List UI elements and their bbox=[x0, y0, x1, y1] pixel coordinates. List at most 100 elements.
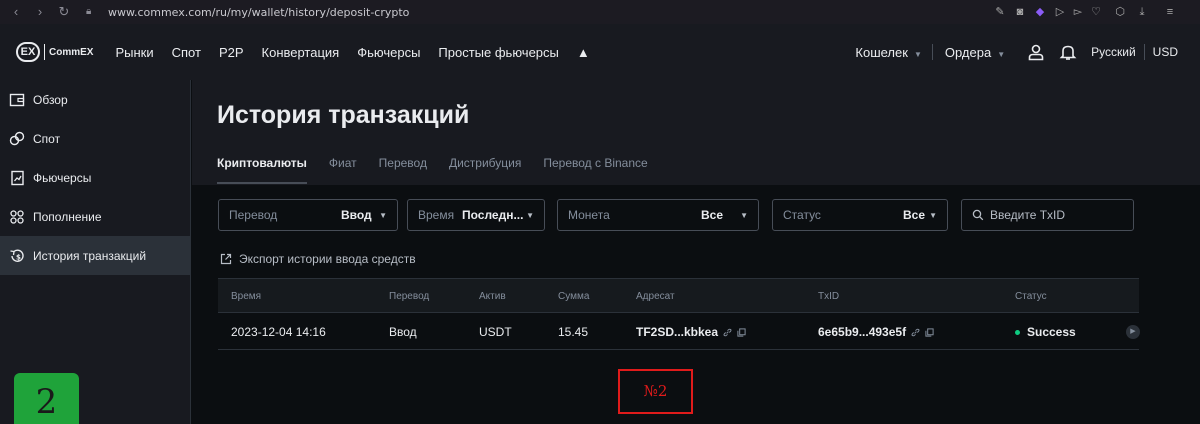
sidebar-item-futures[interactable]: Фьючерсы bbox=[0, 158, 190, 197]
sidebar-item-label: Фьючерсы bbox=[33, 170, 92, 185]
coin-select[interactable]: Монета Все ▼ bbox=[557, 199, 759, 231]
lock-icon: 🔒︎ bbox=[86, 6, 92, 17]
back-icon[interactable]: ‹ bbox=[8, 4, 24, 20]
header-divider bbox=[931, 44, 933, 60]
sidebar-item-history[interactable]: $ История транзакций bbox=[0, 236, 190, 275]
filter-label: Статус bbox=[783, 208, 821, 222]
cell-type: Ввод bbox=[389, 325, 417, 339]
filter-value: Все bbox=[903, 208, 926, 222]
nav-convert[interactable]: Конвертация bbox=[262, 45, 340, 60]
tab-distribution[interactable]: Дистрибуция bbox=[449, 156, 521, 184]
site-header: EX CommEX Рынки Спот P2P Конвертация Фью… bbox=[0, 24, 1200, 80]
browser-toolbar: ‹ › ↻ 🔒︎ www.commex.com/ru/my/wallet/his… bbox=[0, 0, 1200, 24]
filter-value: Все bbox=[701, 208, 724, 222]
annotation-box: №2 bbox=[618, 369, 693, 414]
bell-icon[interactable] bbox=[1059, 43, 1077, 61]
cell-txid: 6e65b9...493e5f bbox=[818, 325, 934, 339]
language-selector[interactable]: Русский bbox=[1091, 45, 1136, 59]
download-icon[interactable]: ⤓ bbox=[1134, 4, 1150, 20]
copy-icon[interactable] bbox=[925, 327, 934, 337]
lang-divider bbox=[1143, 44, 1145, 60]
sidebar-item-deposit[interactable]: Пополнение bbox=[0, 197, 190, 236]
fire-icon: ▲ bbox=[576, 44, 590, 60]
nav-futures[interactable]: Фьючерсы bbox=[357, 45, 420, 60]
sidebar-item-spot[interactable]: Спот bbox=[0, 119, 190, 158]
url-bar[interactable]: www.commex.com/ru/my/wallet/history/depo… bbox=[108, 6, 409, 19]
export-history-link[interactable]: Экспорт истории ввода средств bbox=[220, 252, 416, 266]
filter-label: Монета bbox=[568, 208, 610, 222]
deposit-icon bbox=[10, 209, 24, 224]
header-right: Кошелек ▼ Ордера ▼ Русский USD bbox=[855, 24, 1200, 80]
filter-label: Время bbox=[418, 208, 455, 222]
link-icon[interactable] bbox=[723, 328, 732, 337]
table-header: Время Перевод Актив Сумма Адресат TxID С… bbox=[218, 278, 1139, 313]
logo-separator bbox=[44, 44, 45, 60]
sidebar-item-overview[interactable]: Обзор bbox=[0, 80, 190, 119]
link-icon[interactable] bbox=[911, 328, 920, 337]
nav-markets[interactable]: Рынки bbox=[115, 45, 153, 60]
camera-icon[interactable]: ◙ bbox=[1012, 4, 1028, 20]
caret-down-icon: ▼ bbox=[526, 210, 534, 220]
cell-address: TF2SD...kbkea bbox=[636, 325, 746, 339]
transactions-table: Время Перевод Актив Сумма Адресат TxID С… bbox=[218, 278, 1140, 350]
orders-label: Ордера bbox=[944, 44, 992, 60]
col-time: Время bbox=[231, 291, 262, 302]
address-text: TF2SD...kbkea bbox=[636, 325, 719, 339]
col-address: Адресат bbox=[636, 291, 675, 302]
status-badge: Success bbox=[1027, 325, 1076, 339]
txid-search-input[interactable]: Введите TxID bbox=[961, 199, 1134, 231]
top-nav: Рынки Спот P2P Конвертация Фьючерсы Прос… bbox=[115, 45, 625, 60]
nav-simple-futures[interactable]: Простые фьючерсы ▲ bbox=[438, 45, 607, 60]
nav-spot[interactable]: Спот bbox=[172, 45, 201, 60]
wallet-label: Кошелек bbox=[855, 44, 908, 60]
commex-logo[interactable]: EX CommEX bbox=[16, 42, 93, 62]
col-txid: TxID bbox=[818, 291, 840, 302]
tab-binance-transfer[interactable]: Перевод с Binance bbox=[543, 156, 647, 184]
table-row[interactable]: 2023-12-04 14:16 Ввод USDT 15.45 TF2SD..… bbox=[218, 313, 1140, 350]
tab-fiat[interactable]: Фиат bbox=[329, 156, 357, 184]
forward-icon[interactable]: › bbox=[32, 4, 48, 20]
sidebar-item-label: Обзор bbox=[33, 92, 68, 107]
shield-extension-icon[interactable]: ◆ bbox=[1032, 4, 1048, 20]
send-icon[interactable]: ▷ bbox=[1052, 4, 1068, 20]
filter-value: Ввод bbox=[341, 208, 372, 222]
tab-crypto[interactable]: Криптовалюты bbox=[217, 156, 307, 184]
caret-down-icon: ▼ bbox=[929, 210, 937, 220]
time-range-select[interactable]: Время Последн... ▼ bbox=[407, 199, 545, 231]
cube-icon[interactable]: ⬡ bbox=[1112, 4, 1128, 20]
chevron-down-icon: ▼ bbox=[913, 49, 922, 59]
txid-placeholder: Введите TxID bbox=[990, 208, 1066, 222]
col-status: Статус bbox=[1015, 291, 1047, 302]
filter-label: Перевод bbox=[229, 208, 278, 222]
copy-icon[interactable] bbox=[737, 327, 746, 337]
play-icon[interactable]: ▻ bbox=[1070, 4, 1086, 20]
tab-transfer[interactable]: Перевод bbox=[379, 156, 427, 184]
wallet-dropdown[interactable]: Кошелек ▼ bbox=[855, 45, 921, 60]
status-select[interactable]: Статус Все ▼ bbox=[772, 199, 948, 231]
col-asset: Актив bbox=[479, 291, 506, 302]
history-icon: $ bbox=[10, 249, 24, 262]
orders-dropdown[interactable]: Ордера ▼ bbox=[945, 45, 1005, 60]
reload-icon[interactable]: ↻ bbox=[56, 4, 72, 20]
edit-icon[interactable]: ✎ bbox=[992, 4, 1008, 20]
chevron-right-icon[interactable]: ▶ bbox=[1126, 325, 1140, 339]
cell-amount: 15.45 bbox=[558, 325, 589, 339]
nav-p2p[interactable]: P2P bbox=[219, 45, 244, 60]
filter-value: Последн... bbox=[462, 208, 524, 222]
cell-time: 2023-12-04 14:16 bbox=[231, 325, 326, 339]
col-amount: Сумма bbox=[558, 291, 590, 302]
wallet-icon bbox=[9, 93, 25, 106]
sidebar-item-label: История транзакций bbox=[33, 248, 147, 263]
user-icon[interactable] bbox=[1027, 43, 1045, 61]
heart-icon[interactable]: ♡ bbox=[1088, 4, 1104, 20]
success-dot-icon bbox=[1015, 329, 1020, 335]
logo-mark: EX bbox=[16, 42, 40, 62]
main-content: История транзакций Криптовалюты Фиат Пер… bbox=[192, 80, 1200, 424]
spot-icon bbox=[9, 131, 25, 145]
transfer-type-select[interactable]: Перевод Ввод ▼ bbox=[218, 199, 398, 231]
page-hero: История транзакций Криптовалюты Фиат Пер… bbox=[192, 80, 1200, 185]
caret-down-icon: ▼ bbox=[379, 210, 387, 220]
cell-asset: USDT bbox=[479, 325, 512, 339]
menu-icon[interactable]: ≡ bbox=[1162, 4, 1178, 20]
currency-selector[interactable]: USD bbox=[1153, 45, 1178, 59]
